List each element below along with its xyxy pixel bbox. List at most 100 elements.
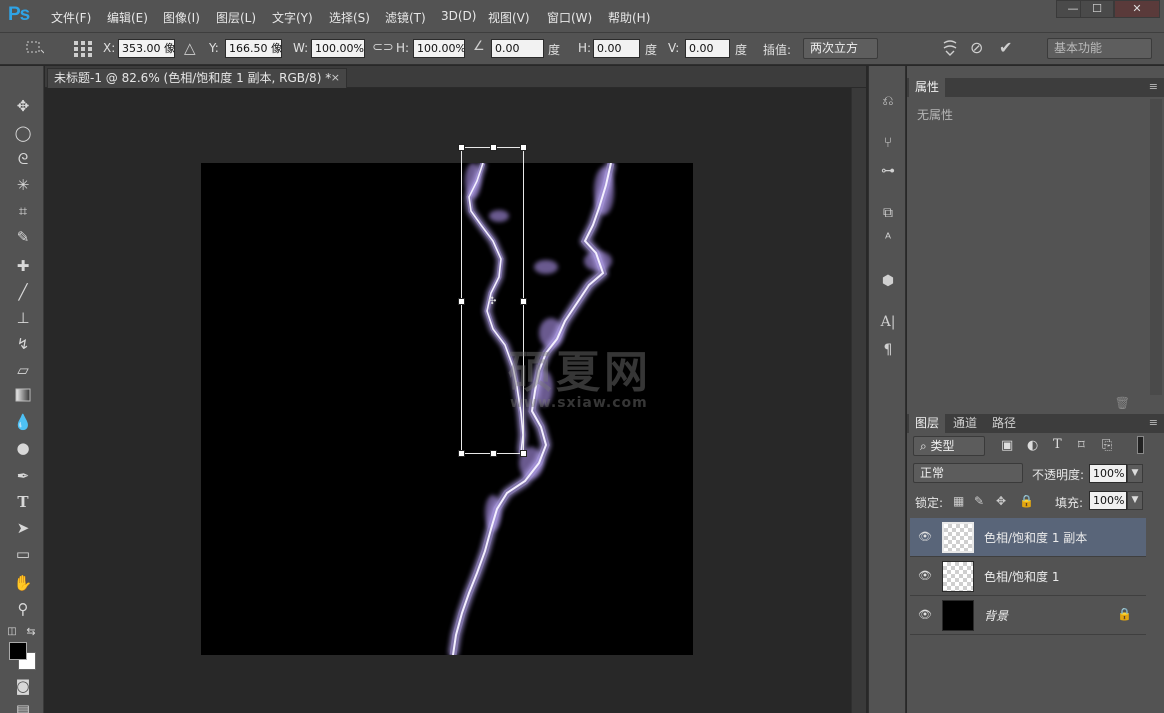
eraser-icon[interactable]: ▱ <box>12 360 34 380</box>
history-brush-icon[interactable]: ↯ <box>12 334 34 354</box>
brush-icon[interactable]: ╱ <box>12 282 34 302</box>
hand-tool-icon[interactable]: ✋ <box>12 573 34 593</box>
layer-row[interactable]: 👁 色相/饱和度 1 副本 <box>910 518 1146 557</box>
type-tool-icon[interactable]: T <box>12 492 34 512</box>
warp-icon[interactable] <box>941 39 959 61</box>
cancel-transform-icon[interactable]: ⊘ <box>970 38 983 57</box>
commit-transform-icon[interactable]: ✔ <box>999 38 1012 57</box>
angle-field[interactable]: 0.00 <box>491 39 544 58</box>
brush-presets-icon[interactable]: ⑂ <box>877 132 899 154</box>
menu-file[interactable]: 文件(F) <box>51 9 91 26</box>
layer-filter-select[interactable]: ⌕ 类型 <box>913 436 985 456</box>
magic-wand-icon[interactable]: ✳ <box>12 175 34 195</box>
history-panel-icon[interactable]: ⎌ <box>877 90 899 112</box>
default-colors-icon[interactable]: ◫ <box>6 622 18 642</box>
tab-paths[interactable]: 路径 <box>986 414 1022 433</box>
transform-handle-top-left[interactable] <box>458 144 465 151</box>
pen-icon[interactable]: ✒ <box>12 466 34 486</box>
lock-all-icon[interactable]: 🔒 <box>1019 494 1034 508</box>
screen-mode-icon[interactable]: ▤ <box>12 700 34 713</box>
filter-smart-object-icon[interactable]: ⎘ <box>1102 438 1112 453</box>
move-tool-icon[interactable]: ✥ <box>12 96 34 116</box>
maximize-button[interactable]: ☐ <box>1080 0 1114 18</box>
transform-handle-bottom-right[interactable] <box>520 450 527 457</box>
transform-center-icon[interactable]: ✣ <box>488 296 496 307</box>
menu-view[interactable]: 视图(V) <box>488 9 530 26</box>
layer-row[interactable]: 👁 色相/饱和度 1 <box>910 557 1146 596</box>
h-field[interactable]: 100.00% <box>413 39 465 58</box>
link-icon[interactable]: ⊂⊃ <box>372 40 394 55</box>
visibility-eye-icon[interactable]: 👁 <box>918 530 932 543</box>
lock-image-icon[interactable]: ✎ <box>974 494 984 508</box>
transform-handle-bottom-left[interactable] <box>458 450 465 457</box>
document-tab[interactable]: 未标题-1 @ 82.6% (色相/饱和度 1 副本, RGB/8) * × <box>47 68 347 88</box>
3d-panel-icon[interactable]: ⬢ <box>877 270 899 292</box>
fill-field[interactable]: 100% <box>1089 491 1127 510</box>
visibility-eye-icon[interactable]: 👁 <box>918 569 932 582</box>
reference-point-icon[interactable] <box>73 40 93 62</box>
menu-help[interactable]: 帮助(H) <box>608 9 650 26</box>
tab-properties[interactable]: 属性 <box>909 78 946 97</box>
close-button[interactable]: ✕ <box>1114 0 1160 18</box>
filter-adjustment-icon[interactable]: ◐ <box>1027 438 1038 453</box>
trash-icon[interactable]: 🗑 <box>1115 396 1130 410</box>
rectangle-shape-icon[interactable]: ▭ <box>12 544 34 564</box>
fill-dropdown-icon[interactable]: ▼ <box>1127 491 1143 510</box>
character-styles-icon[interactable]: ᴬ <box>877 228 899 250</box>
clone-source-icon[interactable]: ⧉ <box>877 202 899 224</box>
menu-window[interactable]: 窗口(W) <box>547 9 592 26</box>
layer-row[interactable]: 👁 背景 🔒 <box>910 596 1146 635</box>
vskew-field[interactable]: 0.00 <box>685 39 730 58</box>
transform-handle-right[interactable] <box>520 298 527 305</box>
clone-stamp-icon[interactable]: ⊥ <box>12 308 34 328</box>
opacity-field[interactable]: 100% <box>1089 464 1127 483</box>
menu-type[interactable]: 文字(Y) <box>272 9 313 26</box>
quick-mask-icon[interactable]: ◙ <box>12 676 34 696</box>
zoom-tool-icon[interactable]: ⚲ <box>12 599 34 619</box>
filter-shape-icon[interactable]: ⌑ <box>1078 438 1085 453</box>
lock-position-icon[interactable]: ✥ <box>996 494 1006 508</box>
paragraph-panel-icon[interactable]: ¶ <box>877 339 899 361</box>
close-document-icon[interactable]: × <box>331 69 340 87</box>
properties-scrollbar[interactable] <box>1150 99 1162 395</box>
tab-layers[interactable]: 图层 <box>909 414 946 433</box>
menu-select[interactable]: 选择(S) <box>329 9 370 26</box>
crop-icon[interactable]: ⌗ <box>12 201 34 221</box>
transform-handle-top[interactable] <box>490 144 497 151</box>
opacity-dropdown-icon[interactable]: ▼ <box>1127 464 1143 483</box>
delta-icon[interactable]: △ <box>184 39 196 57</box>
elliptical-marquee-icon[interactable]: ◯ <box>12 123 34 143</box>
tab-channels[interactable]: 通道 <box>947 414 983 433</box>
menu-image[interactable]: 图像(I) <box>163 9 200 26</box>
lock-transparent-icon[interactable]: ▦ <box>953 494 964 508</box>
y-field[interactable]: 166.50 像 <box>225 39 282 58</box>
path-selection-icon[interactable]: ➤ <box>12 518 34 538</box>
workspace-select[interactable]: 基本功能 <box>1047 38 1152 59</box>
w-field[interactable]: 100.00% <box>311 39 365 58</box>
foreground-color-swatch[interactable] <box>9 642 27 660</box>
transform-tool-icon[interactable] <box>24 39 45 59</box>
hskew-field[interactable]: 0.00 <box>593 39 640 58</box>
character-panel-icon[interactable]: A| <box>877 311 899 333</box>
menu-filter[interactable]: 滤镜(T) <box>385 9 426 26</box>
visibility-eye-icon[interactable]: 👁 <box>918 608 932 621</box>
lasso-icon[interactable]: ᘓ <box>12 149 34 169</box>
layers-menu-icon[interactable]: ≡ <box>1149 416 1158 429</box>
filter-toggle[interactable] <box>1137 436 1144 454</box>
eyedropper-icon[interactable]: ✎ <box>12 227 34 247</box>
blend-mode-select[interactable]: 正常 <box>913 463 1023 483</box>
menu-edit[interactable]: 编辑(E) <box>107 9 148 26</box>
canvas-vertical-scrollbar[interactable] <box>851 88 866 713</box>
menu-3d[interactable]: 3D(D) <box>441 9 476 23</box>
x-field[interactable]: 353.00 像 <box>118 39 175 58</box>
menu-layer[interactable]: 图层(L) <box>216 9 256 26</box>
gradient-icon[interactable] <box>12 386 34 406</box>
healing-brush-icon[interactable]: ✚ <box>12 256 34 276</box>
transform-handle-top-right[interactable] <box>520 144 527 151</box>
blur-icon[interactable]: 💧 <box>12 412 34 432</box>
filter-pixel-icon[interactable]: ▣ <box>1001 438 1013 453</box>
panel-menu-icon[interactable]: ≡ <box>1149 80 1158 93</box>
interpolation-select[interactable]: 两次立方 <box>803 38 878 59</box>
swap-colors-icon[interactable]: ⇆ <box>24 622 38 642</box>
transform-handle-left[interactable] <box>458 298 465 305</box>
